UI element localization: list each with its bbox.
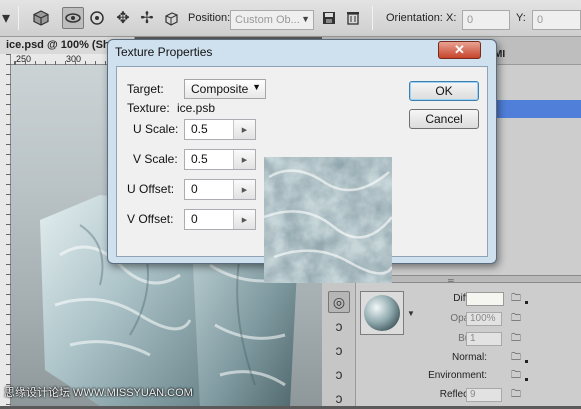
material-drop-icon[interactable]: ◎ (328, 291, 350, 313)
material-preview[interactable] (360, 291, 404, 335)
watermark-text: 思缘设计论坛 WWW.MISSYUAN.COM (4, 387, 193, 399)
dialog-body: Target: Composite ▼ Texture: ice.psb U S… (116, 66, 488, 283)
folder-icon[interactable]: 🗀 (511, 334, 523, 344)
chevron-down-icon[interactable]: ▼ (407, 309, 415, 318)
v-offset-label: V Offset: (127, 212, 174, 226)
dot-icon (525, 378, 528, 381)
tool-preset-arrow-icon[interactable]: ▾ (0, 7, 12, 29)
texture-label: Texture: (127, 101, 170, 115)
chevron-down-icon: ▼ (301, 14, 310, 24)
3d-object-icon[interactable] (30, 7, 52, 29)
texture-properties-dialog: Texture Properties ✕ Target: Composite ▼… (107, 39, 497, 283)
folder-icon[interactable]: 🗀 (511, 314, 523, 324)
close-button[interactable]: ✕ (438, 41, 481, 59)
lasso-slide-icon[interactable]: ↄ (328, 363, 350, 385)
bump-field[interactable]: 1 (466, 332, 502, 346)
dot-icon (525, 301, 528, 304)
chevron-down-icon: ▼ (252, 82, 261, 92)
dialog-title: Texture Properties (115, 45, 213, 59)
u-offset-label: U Offset: (127, 182, 175, 196)
target-select[interactable]: Composite ▼ (184, 79, 266, 99)
folder-icon[interactable]: 🗀 (511, 353, 523, 363)
rotate-3d-icon[interactable] (62, 7, 84, 29)
scale-3d-icon[interactable] (160, 7, 182, 29)
orientation-label: Orientation: (386, 12, 443, 24)
selected-layer-row[interactable] (494, 100, 581, 118)
position-label: Position: (188, 12, 231, 24)
dot-icon (525, 360, 528, 363)
document-tab-title: ice.psd @ 100% (Sh (6, 39, 110, 51)
roll-3d-icon[interactable] (86, 7, 108, 29)
normal-label: Normal: (451, 352, 487, 363)
ok-button[interactable]: OK (409, 81, 479, 101)
v-scale-label: V Scale: (133, 152, 178, 166)
slide-3d-icon[interactable]: ✢ (136, 7, 158, 29)
folder-icon[interactable]: 🗀 (511, 294, 523, 304)
toolbar-divider (18, 6, 19, 30)
close-icon: ✕ (454, 42, 465, 57)
position-select-value: Custom Ob... (235, 14, 300, 26)
toolbar-divider (372, 6, 373, 30)
v-scale-slider-arrow[interactable]: ▶ (233, 150, 255, 169)
u-scale-slider-arrow[interactable]: ▶ (233, 120, 255, 139)
x-field[interactable]: 0 (462, 10, 510, 30)
delete-position-icon[interactable] (342, 7, 364, 29)
u-offset-slider-arrow[interactable]: ▶ (233, 180, 255, 199)
vertical-ruler (0, 54, 11, 406)
y-field[interactable]: 0 (532, 10, 581, 30)
y-label: Y: (516, 12, 526, 24)
texture-name: ice.psb (177, 101, 216, 115)
x-label: X: (446, 12, 457, 24)
texture-preview (264, 157, 392, 283)
folder-icon[interactable]: 🗀 (511, 371, 523, 381)
cancel-button[interactable]: Cancel (409, 109, 479, 129)
save-position-icon[interactable] (318, 7, 340, 29)
lasso-pan-icon[interactable]: ↄ (328, 339, 350, 361)
lasso-rotate-icon[interactable]: ↄ (328, 315, 350, 337)
folder-icon[interactable]: 🗀 (511, 390, 523, 400)
pan-3d-icon[interactable]: ✥ (112, 7, 134, 29)
position-select[interactable]: Custom Ob... ▼ (230, 10, 314, 30)
target-select-value: Composite (191, 82, 249, 96)
reflection-field[interactable]: 9 (466, 388, 502, 402)
material-tools: ◎ ↄ ↄ ↄ ↄ (322, 283, 356, 406)
options-bar: ▾ ✥ ✢ Position: Custom Ob... ▼ Orientati… (0, 0, 581, 37)
target-label: Target: (127, 82, 164, 96)
grip-icon: ═ (448, 276, 454, 285)
v-offset-slider-arrow[interactable]: ▶ (233, 210, 255, 229)
u-scale-label: U Scale: (133, 122, 179, 136)
horizontal-ruler: 250 300 (11, 54, 121, 65)
opacity-field[interactable]: 100% (466, 312, 502, 326)
environment-label: Environment: (428, 370, 487, 381)
diffuse-swatch[interactable] (466, 292, 504, 306)
